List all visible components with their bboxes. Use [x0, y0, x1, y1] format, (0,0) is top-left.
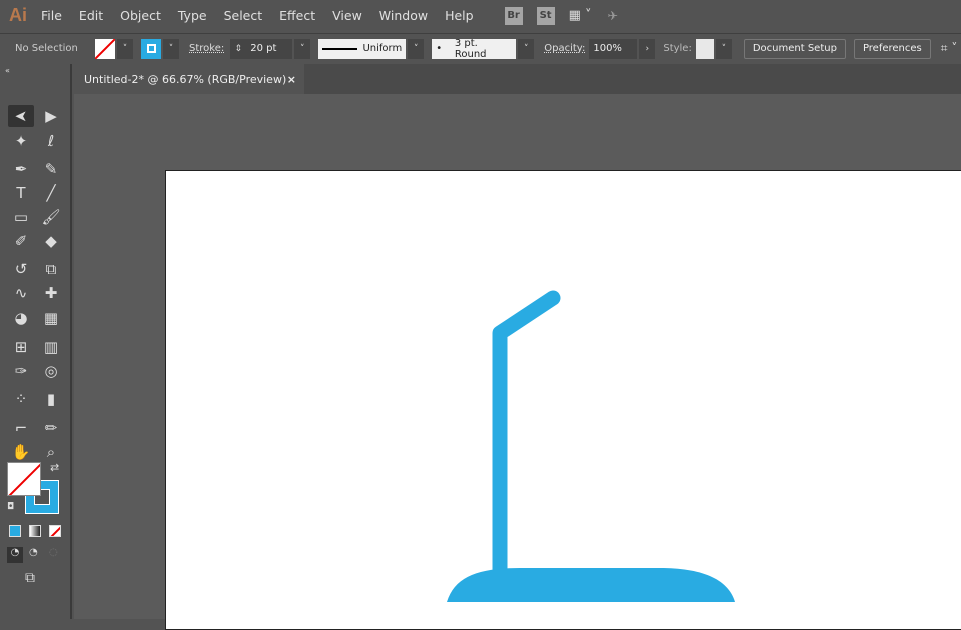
- control-bar: No Selection ˅ ˅ Stroke: ⇕ 20 pt ˅ Unifo…: [0, 33, 961, 63]
- rotate-tool[interactable]: ↺: [8, 258, 34, 280]
- document-tabs: Untitled-2* @ 66.67% (RGB/Preview) ×: [74, 64, 961, 94]
- artwork[interactable]: [74, 94, 961, 619]
- puppet-warp-tool[interactable]: ✚: [38, 282, 64, 304]
- menu-edit[interactable]: Edit: [79, 8, 103, 23]
- direct-selection-tool[interactable]: ▶: [38, 105, 64, 127]
- mesh-tool[interactable]: ⊞: [8, 336, 34, 358]
- opacity-label[interactable]: Opacity:: [544, 43, 585, 54]
- selection-tool[interactable]: ➤: [8, 105, 34, 127]
- opacity-input[interactable]: 100%: [589, 38, 638, 59]
- slice-tool[interactable]: ✏: [38, 417, 64, 439]
- workspace-layout-icon[interactable]: ▦ ˅: [569, 8, 592, 23]
- selection-status: No Selection: [15, 43, 78, 54]
- stock-button[interactable]: St: [536, 6, 555, 25]
- type-tool[interactable]: T: [8, 182, 34, 204]
- lasso-tool[interactable]: ℓ: [38, 130, 64, 152]
- shape-builder-tool[interactable]: ◕: [8, 307, 34, 329]
- symbol-sprayer-tool[interactable]: ⁘: [8, 388, 34, 410]
- brush-definition[interactable]: • 3 pt. Round: [432, 37, 517, 60]
- menu-view[interactable]: View: [332, 8, 362, 23]
- pen-tool[interactable]: ✒: [8, 158, 34, 180]
- shaper-tool[interactable]: ✐: [8, 230, 34, 252]
- gradient-mode-button[interactable]: [29, 525, 41, 537]
- stroke-swatch[interactable]: [141, 38, 161, 59]
- draw-behind-icon[interactable]: ◔: [29, 547, 38, 558]
- brush-dropdown[interactable]: ˅: [518, 38, 535, 59]
- gpu-performance-icon[interactable]: ✈: [608, 8, 618, 23]
- profile-label: Uniform: [362, 43, 403, 54]
- style-swatch[interactable]: [695, 38, 714, 59]
- stroke-stepper[interactable]: ⇕: [230, 38, 247, 59]
- hand-tool[interactable]: ✋: [8, 441, 34, 463]
- menu-window[interactable]: Window: [379, 8, 428, 23]
- menu-type[interactable]: Type: [178, 8, 207, 23]
- variable-width-profile[interactable]: Uniform: [318, 38, 407, 59]
- brush-label: 3 pt. Round: [454, 37, 487, 60]
- collapse-panel-icon[interactable]: «: [5, 66, 10, 75]
- draw-normal-icon[interactable]: ◔: [7, 547, 23, 563]
- canvas-area[interactable]: [74, 94, 961, 630]
- stroke-label[interactable]: Stroke:: [189, 43, 224, 54]
- fill-color-box[interactable]: [7, 462, 41, 496]
- draw-inside-icon[interactable]: ◌: [49, 547, 58, 558]
- fill-dropdown[interactable]: ˅: [117, 38, 133, 59]
- line-tool[interactable]: ╱: [38, 182, 64, 204]
- stroke-dropdown[interactable]: ˅: [163, 38, 179, 59]
- none-mode-button[interactable]: [49, 525, 61, 537]
- app-logo: Ai: [9, 5, 27, 25]
- warp-tool[interactable]: ∿: [8, 282, 34, 304]
- default-colors-icon[interactable]: ◘: [7, 502, 14, 512]
- style-label: Style:: [663, 43, 692, 54]
- eraser-tool[interactable]: ◆: [38, 230, 64, 252]
- stroke-weight-input[interactable]: 20 pt: [246, 38, 293, 59]
- swap-colors-icon[interactable]: ⇄: [50, 461, 59, 474]
- graph-tool[interactable]: ▮: [38, 388, 64, 410]
- lamp-base-shape[interactable]: [447, 568, 735, 602]
- perspective-grid-tool[interactable]: ▦: [38, 307, 64, 329]
- zoom-tool[interactable]: ⌕: [38, 441, 64, 463]
- close-tab-icon[interactable]: ×: [287, 73, 296, 86]
- curvature-tool[interactable]: ✎: [38, 158, 64, 180]
- blend-tool[interactable]: ◎: [38, 360, 64, 382]
- menu-effect[interactable]: Effect: [279, 8, 315, 23]
- opacity-arrow[interactable]: ›: [639, 38, 656, 59]
- bridge-button[interactable]: Br: [504, 6, 523, 25]
- magic-wand-tool[interactable]: ✦: [8, 130, 34, 152]
- menu-help[interactable]: Help: [445, 8, 474, 23]
- menu-file[interactable]: File: [41, 8, 62, 23]
- document-tab-title: Untitled-2* @ 66.67% (RGB/Preview): [84, 72, 287, 86]
- stroke-weight-dropdown[interactable]: ˅: [294, 38, 311, 59]
- gradient-tool[interactable]: ▥: [38, 336, 64, 358]
- rectangle-tool[interactable]: ▭: [8, 206, 34, 228]
- tools-panel: « ➤ ▶ ✦ ℓ ✒ ✎ T ╱ ▭ 🖌 ✐ ◆ ↺ ⧉ ∿ ✚ ◕ ▦ ⊞ ▥ ✑ ◎ ⁘ ▮ ⌐ ✏ ✋ ⌕ ⇄ ◘ ◔ ◔ ◌…: [0, 64, 72, 619]
- menu-bar: Ai File Edit Object Type Select Effect V…: [0, 0, 961, 31]
- scale-tool[interactable]: ⧉: [38, 258, 64, 280]
- artboard-tool[interactable]: ⌐: [8, 417, 34, 439]
- screen-mode-icon[interactable]: ⧉: [25, 570, 35, 586]
- lamp-stem-path[interactable]: [492, 290, 561, 580]
- preferences-button[interactable]: Preferences: [853, 38, 931, 59]
- style-dropdown[interactable]: ˅: [715, 38, 732, 59]
- paintbrush-tool[interactable]: 🖌: [38, 206, 64, 228]
- fill-swatch[interactable]: [95, 38, 115, 59]
- profile-dropdown[interactable]: ˅: [408, 38, 425, 59]
- document-tab[interactable]: Untitled-2* @ 66.67% (RGB/Preview) ×: [74, 64, 304, 94]
- document-setup-button[interactable]: Document Setup: [743, 38, 846, 59]
- menu-object[interactable]: Object: [120, 8, 161, 23]
- eyedropper-tool[interactable]: ✑: [8, 360, 34, 382]
- arrange-icon[interactable]: ⌗ ˅: [941, 41, 958, 56]
- color-mode-button[interactable]: [9, 525, 21, 537]
- menu-select[interactable]: Select: [224, 8, 263, 23]
